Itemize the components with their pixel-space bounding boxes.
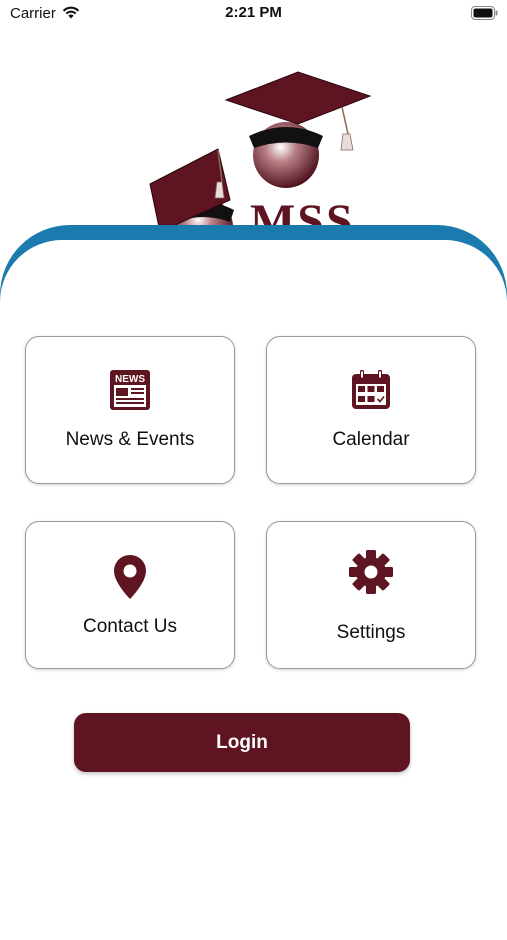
contact-us-tile[interactable]: Contact Us [25,521,235,669]
battery-icon [471,6,498,20]
calendar-icon [267,369,475,411]
status-time: 2:21 PM [225,4,282,21]
calendar-tile[interactable]: Calendar [266,336,476,484]
school-logo: MSS [149,71,372,237]
location-pin-icon [26,554,234,600]
tile-label-news-events: News & Events [65,429,195,450]
tile-label-contact-us: Contact Us [83,616,177,637]
tile-label-settings: Settings [336,622,406,643]
tile-label-calendar: Calendar [332,429,410,450]
gear-icon [267,549,475,595]
newspaper-icon: NEWS [26,369,234,411]
news-events-tile[interactable]: NEWS News & Events [25,336,235,484]
status-bar: Carrier 2:21 PM [0,0,507,30]
svg-text:NEWS: NEWS [115,374,145,385]
login-button[interactable]: Login [74,713,410,772]
settings-tile[interactable]: Settings [266,521,476,669]
